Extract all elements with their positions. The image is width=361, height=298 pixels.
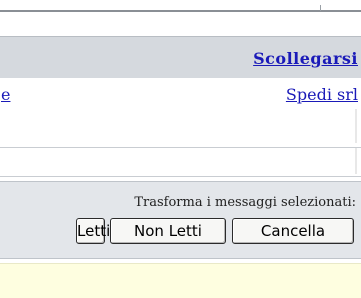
empty-table-row xyxy=(0,147,361,177)
logout-link[interactable]: Scollegarsi xyxy=(253,49,358,68)
delete-button[interactable]: Cancella xyxy=(232,218,354,244)
column-divider xyxy=(355,109,357,143)
page: Scollegarsi e Spedi srl Trasforma i mess… xyxy=(0,0,361,298)
column-divider xyxy=(355,148,357,174)
mark-read-button[interactable]: Letti xyxy=(76,218,110,244)
message-row-sender-link[interactable]: Spedi srl xyxy=(286,85,358,104)
notice-bar xyxy=(0,263,361,298)
top-divider-tick xyxy=(320,5,321,11)
bulk-actions-caption: Trasforma i messaggi selezionati: xyxy=(134,195,356,210)
mark-unread-button[interactable]: Non Letti xyxy=(110,218,226,244)
top-divider xyxy=(0,10,361,12)
bulk-actions-bar: Trasforma i messaggi selezionati: Letti … xyxy=(0,181,361,259)
header-bar: Scollegarsi xyxy=(0,36,361,78)
message-row-left-link[interactable]: e xyxy=(1,85,10,104)
